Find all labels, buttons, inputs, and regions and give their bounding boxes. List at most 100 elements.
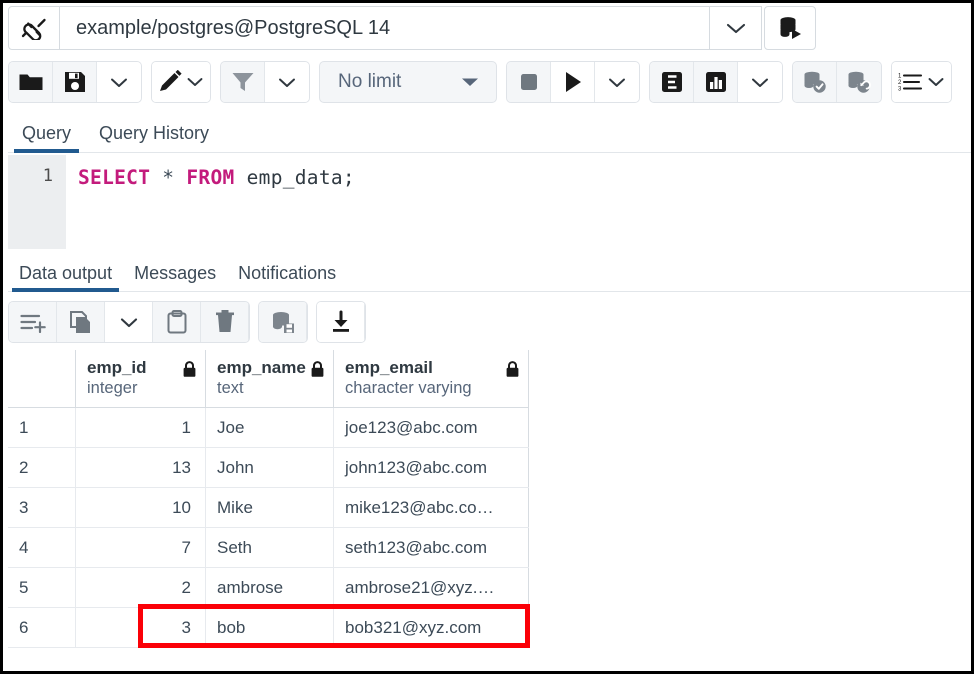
- rollback-button[interactable]: [837, 62, 881, 102]
- filter-button-group: [220, 61, 310, 103]
- table-row[interactable]: 3 10 Mike mike123@abc.co…: [8, 488, 529, 528]
- cell-emp-name[interactable]: Joe: [206, 408, 334, 447]
- cell-emp-email[interactable]: joe123@abc.com: [334, 408, 529, 447]
- macros-button[interactable]: 123: [892, 62, 951, 102]
- cell-emp-id[interactable]: 10: [76, 488, 206, 527]
- chevron-down-icon: [119, 316, 139, 329]
- table-row[interactable]: 6 3 bob bob321@xyz.com: [8, 608, 529, 648]
- edit-button[interactable]: [152, 62, 210, 102]
- line-number: 1: [43, 166, 53, 186]
- cell-emp-name[interactable]: bob: [206, 608, 334, 647]
- column-name-emp-email: emp_email: [345, 357, 472, 378]
- pencil-edit-icon: [158, 70, 184, 94]
- svg-text:2: 2: [898, 80, 902, 86]
- cell-emp-id[interactable]: 13: [76, 448, 206, 487]
- filter-menu-button[interactable]: [265, 62, 309, 102]
- tab-messages[interactable]: Messages: [123, 263, 227, 291]
- cell-emp-id[interactable]: 1: [76, 408, 206, 447]
- output-tab-bar: Data output Messages Notifications: [8, 252, 972, 292]
- row-limit-select[interactable]: No limit: [319, 61, 497, 103]
- tab-notifications[interactable]: Notifications: [227, 263, 347, 291]
- download-group: [316, 301, 366, 343]
- tab-data-output[interactable]: Data output: [8, 263, 123, 291]
- chevron-down-icon: [750, 76, 770, 89]
- cell-emp-name[interactable]: Seth: [206, 528, 334, 567]
- sql-editor-content[interactable]: SELECT * FROM emp_data;: [66, 155, 972, 249]
- svg-text:3: 3: [898, 87, 902, 93]
- delete-row-button[interactable]: [201, 302, 249, 342]
- tab-query[interactable]: Query: [8, 123, 85, 152]
- tab-query-history[interactable]: Query History: [85, 123, 223, 152]
- query-tool-toolbar: No limit: [8, 58, 972, 106]
- table-row[interactable]: 4 7 Seth seth123@abc.com: [8, 528, 529, 568]
- cell-emp-name[interactable]: John: [206, 448, 334, 487]
- lock-icon: [182, 361, 197, 378]
- row-number: 5: [8, 568, 76, 607]
- cell-emp-email[interactable]: bob321@xyz.com: [334, 608, 529, 647]
- caret-down-icon: [460, 76, 480, 88]
- column-header-emp-name[interactable]: emp_name text: [206, 350, 334, 407]
- cell-emp-email[interactable]: mike123@abc.co…: [334, 488, 529, 527]
- save-file-button[interactable]: [53, 62, 97, 102]
- copy-rows-button[interactable]: [57, 302, 105, 342]
- lock-icon: [505, 361, 520, 378]
- cell-emp-id[interactable]: 3: [76, 608, 206, 647]
- connection-dropdown-chevron-down-icon[interactable]: [710, 6, 762, 50]
- cell-emp-name[interactable]: Mike: [206, 488, 334, 527]
- execute-menu-button[interactable]: [595, 62, 639, 102]
- table-row[interactable]: 1 1 Joe joe123@abc.com: [8, 408, 529, 448]
- copy-rows-icon: [69, 310, 93, 334]
- chevron-down-icon: [927, 76, 945, 88]
- save-file-menu-button[interactable]: [97, 62, 141, 102]
- explain-e-icon: [660, 70, 684, 94]
- column-header-emp-id[interactable]: emp_id integer: [76, 350, 206, 407]
- explain-button-group: [649, 61, 783, 103]
- database-connect-icon[interactable]: [764, 6, 816, 50]
- stop-query-button[interactable]: [507, 62, 551, 102]
- chevron-down-icon: [277, 76, 297, 89]
- table-row[interactable]: 2 13 John john123@abc.com: [8, 448, 529, 488]
- add-row-button[interactable]: [9, 302, 57, 342]
- save-data-changes-button[interactable]: [259, 302, 307, 342]
- database-rollback-undo-icon: [846, 70, 872, 94]
- cell-emp-id[interactable]: 2: [76, 568, 206, 607]
- cell-emp-email[interactable]: ambrose21@xyz.…: [334, 568, 529, 607]
- funnel-filter-icon: [231, 71, 255, 93]
- open-file-button[interactable]: [9, 62, 53, 102]
- copy-menu-button[interactable]: [105, 302, 153, 342]
- paste-button[interactable]: [153, 302, 201, 342]
- cell-emp-email[interactable]: john123@abc.com: [334, 448, 529, 487]
- column-name-emp-id: emp_id: [87, 357, 147, 378]
- row-number: 6: [8, 608, 76, 647]
- explain-button[interactable]: [650, 62, 694, 102]
- cell-emp-name[interactable]: ambrose: [206, 568, 334, 607]
- query-tab-bar: Query Query History: [8, 111, 972, 153]
- execute-query-button[interactable]: [551, 62, 595, 102]
- plug-connected-icon: [8, 6, 60, 50]
- sql-token-table: emp_data;: [247, 166, 355, 189]
- column-type-emp-id: integer: [87, 378, 147, 398]
- results-data-grid[interactable]: emp_id integer emp_name text: [8, 350, 972, 672]
- svg-text:1: 1: [898, 74, 902, 80]
- table-row[interactable]: 5 2 ambrose ambrose21@xyz.…: [8, 568, 529, 608]
- file-button-group: [8, 61, 142, 103]
- pgadmin-query-tool-window: example/postgres@PostgreSQL 14: [0, 0, 974, 674]
- cell-emp-email[interactable]: seth123@abc.com: [334, 528, 529, 567]
- column-header-emp-email[interactable]: emp_email character varying: [334, 350, 529, 407]
- trash-delete-icon: [214, 310, 236, 334]
- row-number: 2: [8, 448, 76, 487]
- column-name-emp-name: emp_name: [217, 357, 306, 378]
- tab-query-label: Query: [22, 123, 71, 143]
- chevron-down-icon: [607, 76, 627, 89]
- database-commit-check-icon: [802, 70, 828, 94]
- sql-editor[interactable]: 1 SELECT * FROM emp_data;: [8, 155, 972, 249]
- connection-titlebar: example/postgres@PostgreSQL 14: [8, 6, 816, 50]
- explain-analyze-button[interactable]: [694, 62, 738, 102]
- commit-button[interactable]: [793, 62, 837, 102]
- cell-emp-id[interactable]: 7: [76, 528, 206, 567]
- row-number: 3: [8, 488, 76, 527]
- explain-menu-button[interactable]: [738, 62, 782, 102]
- filter-button[interactable]: [221, 62, 265, 102]
- edit-button-group: [151, 61, 211, 103]
- download-results-button[interactable]: [317, 302, 365, 342]
